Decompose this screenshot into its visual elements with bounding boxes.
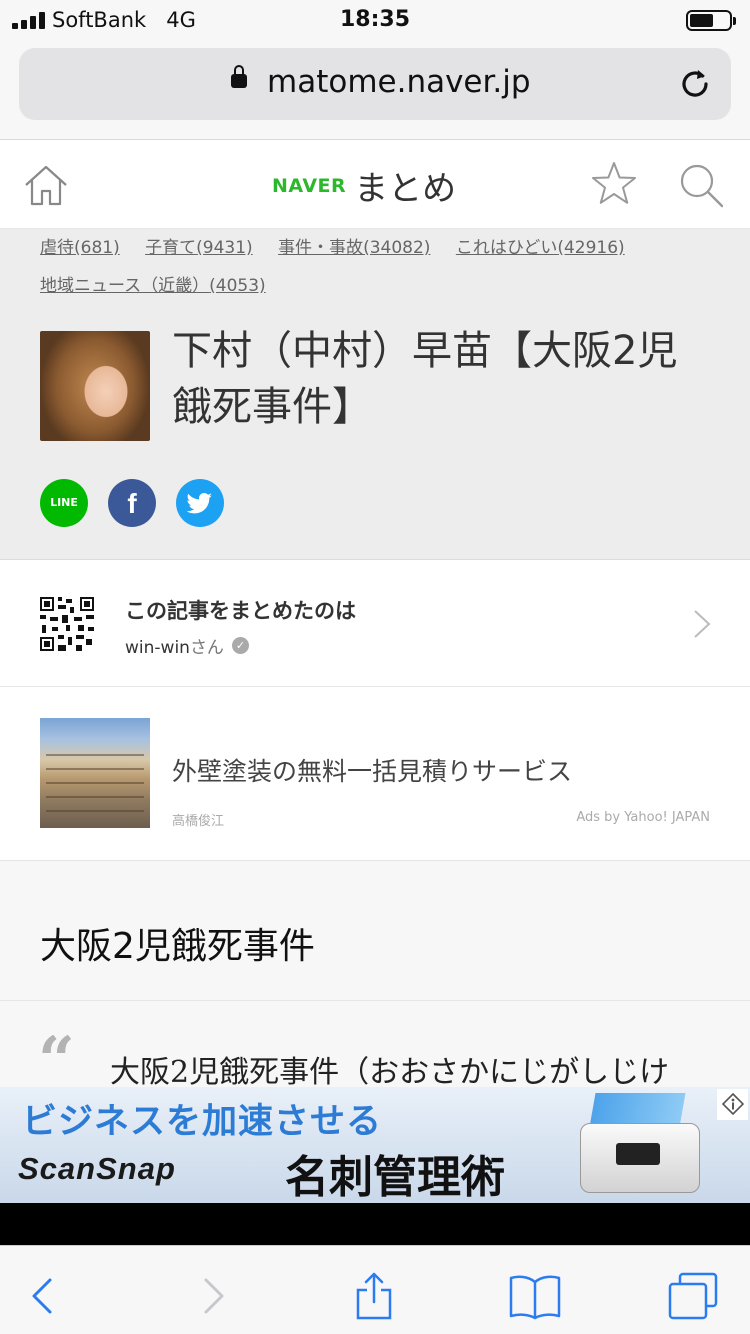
section-heading-block: 大阪2児餓死事件 <box>0 861 750 1001</box>
browser-toolbar <box>0 1245 750 1334</box>
site-logo[interactable]: NAVER まとめ <box>272 161 456 210</box>
forward-icon[interactable] <box>190 1272 238 1320</box>
line-share-button[interactable]: LINE <box>40 479 88 527</box>
ad-advertiser: 高橋俊江 <box>172 814 225 829</box>
facebook-icon: f <box>127 488 137 519</box>
ad-title: 外壁塗装の無料一括見積りサービス <box>172 757 573 786</box>
home-icon[interactable] <box>22 163 70 207</box>
quote-block: “ 大阪2児餓死事件（おおさかにじがしじけ <box>0 1001 750 1093</box>
status-bar: SoftBank 4G 18:35 <box>0 0 750 40</box>
back-icon[interactable] <box>20 1272 68 1320</box>
lock-icon <box>231 65 247 88</box>
search-icon[interactable] <box>678 162 724 208</box>
author-row[interactable]: この記事をまとめたのは win-winさん ✓ <box>0 561 750 687</box>
chevron-right-icon <box>694 610 711 638</box>
twitter-icon <box>186 493 212 514</box>
line-icon: LINE <box>50 496 78 509</box>
bookmarks-icon[interactable] <box>508 1272 562 1320</box>
quote-mark-icon: “ <box>38 1023 75 1098</box>
share-icon[interactable] <box>350 1272 398 1320</box>
tabs-icon[interactable] <box>666 1272 720 1320</box>
qr-code-icon <box>40 597 94 651</box>
facebook-share-button[interactable]: f <box>108 479 156 527</box>
article-thumbnail <box>40 331 150 441</box>
quote-text: 大阪2児餓死事件（おおさかにじがしじけ <box>110 1055 670 1090</box>
tag-link[interactable]: これはひどい(42916) <box>456 238 625 258</box>
address-bar[interactable]: matome.naver.jp <box>19 48 731 120</box>
scanner-image <box>560 1087 710 1203</box>
banner-ad[interactable]: ビジネスを加速させる ScanSnap 名刺管理術 <box>0 1087 750 1203</box>
browser-address-area: matome.naver.jp <box>0 40 750 140</box>
ad-listing[interactable]: 外壁塗装の無料一括見積りサービス 高橋俊江 Ads by Yahoo! JAPA… <box>0 688 750 861</box>
reload-icon[interactable] <box>679 68 711 100</box>
ad-info-button[interactable] <box>717 1089 748 1120</box>
tag-link[interactable]: 地域ニュース（近畿）(4053) <box>40 276 266 296</box>
author-name: win-winさん ✓ <box>125 633 249 658</box>
twitter-share-button[interactable] <box>176 479 224 527</box>
author-heading: この記事をまとめたのは <box>125 599 356 623</box>
tag-list: 虐待(681) 子育て(9431) 事件・事故(34082) これはひどい(42… <box>40 229 740 305</box>
article-header: 虐待(681) 子育て(9431) 事件・事故(34082) これはひどい(42… <box>0 229 750 560</box>
tag-link[interactable]: 虐待(681) <box>40 238 120 258</box>
status-time: 18:35 <box>339 7 411 32</box>
favorite-star-icon[interactable] <box>590 160 638 206</box>
section-heading: 大阪2児餓死事件 <box>40 926 315 967</box>
banner-headline: 名刺管理術 <box>285 1152 505 1203</box>
url-text: matome.naver.jp <box>267 64 531 100</box>
ad-provider: Ads by Yahoo! JAPAN <box>576 810 710 825</box>
ad-thumbnail <box>40 718 150 828</box>
verified-check-icon: ✓ <box>231 637 249 654</box>
page-title: 下村（中村）早苗【大阪2児餓死事件】 <box>172 328 678 430</box>
tag-link[interactable]: 子育て(9431) <box>145 238 253 258</box>
info-icon <box>722 1093 744 1115</box>
logo-brand: NAVER <box>272 174 347 197</box>
banner-brand: ScanSnap <box>18 1151 176 1186</box>
ad-bottom-bar <box>0 1203 750 1245</box>
logo-text: まとめ <box>354 169 457 209</box>
banner-tagline: ビジネスを加速させる <box>22 1102 383 1142</box>
battery-icon <box>686 10 736 31</box>
tag-link[interactable]: 事件・事故(34082) <box>278 238 430 258</box>
